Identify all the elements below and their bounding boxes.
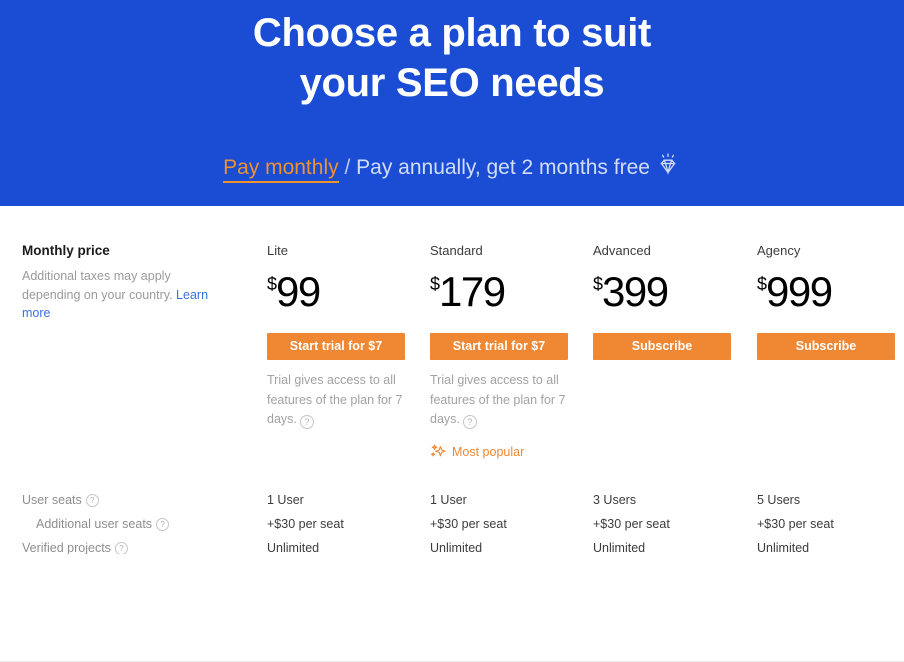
page-title-line-2: your SEO needs: [0, 58, 904, 108]
feature-comparison-table: User seats? 1 User 1 User 3 Users 5 User…: [0, 456, 904, 554]
help-icon[interactable]: ?: [156, 518, 169, 531]
trial-note-lite: Trial gives access to all features of th…: [267, 371, 407, 430]
feature-value-lite: +$30 per seat: [267, 516, 344, 533]
monthly-price-heading: Monthly price: [22, 242, 237, 260]
feature-value-agency: 5 Users: [757, 492, 800, 509]
feature-label-text: User seats: [22, 493, 82, 507]
billing-separator: /: [339, 156, 357, 179]
feature-value-advanced: +$30 per seat: [593, 516, 670, 533]
feature-label-additional-user-seats: Additional user seats?: [36, 516, 169, 533]
plan-name-standard: Standard: [430, 242, 570, 259]
help-icon[interactable]: ?: [115, 542, 128, 554]
feature-value-lite: 1 User: [267, 492, 304, 509]
tax-disclaimer: Additional taxes may apply depending on …: [22, 267, 218, 323]
table-row: User seats? 1 User 1 User 3 Users 5 User…: [0, 492, 904, 516]
currency-symbol: $: [430, 274, 439, 294]
plan-name-lite: Lite: [267, 242, 407, 259]
help-icon[interactable]: ?: [463, 415, 477, 429]
help-icon[interactable]: ?: [86, 494, 99, 507]
feature-label-text: Verified projects: [22, 541, 111, 554]
feature-value-standard: Unlimited: [430, 540, 482, 554]
feature-label-text: Additional user seats: [36, 517, 152, 531]
page-title-line-1: Choose a plan to suit: [0, 8, 904, 58]
billing-period-toggle: Pay monthly / Pay annually, get 2 months…: [0, 152, 904, 187]
start-trial-button-standard[interactable]: Start trial for $7: [430, 333, 568, 360]
feature-value-standard: 1 User: [430, 492, 467, 509]
plan-price-advanced: $399: [593, 262, 733, 324]
plan-column-advanced: Advanced $399 Subscribe: [593, 206, 733, 360]
feature-value-standard: +$30 per seat: [430, 516, 507, 533]
currency-symbol: $: [757, 274, 766, 294]
price-amount: 99: [276, 268, 320, 315]
start-trial-button-lite[interactable]: Start trial for $7: [267, 333, 405, 360]
currency-symbol: $: [267, 274, 276, 294]
feature-label-verified-projects: Verified projects?: [22, 540, 128, 554]
trial-note-text: Trial gives access to all features of th…: [267, 373, 403, 426]
feature-value-agency: Unlimited: [757, 540, 809, 554]
plan-name-agency: Agency: [757, 242, 897, 259]
price-amount: 399: [602, 268, 668, 315]
gem-sparkle-icon: [655, 152, 681, 187]
trial-note-text: Trial gives access to all features of th…: [430, 373, 566, 426]
table-row: Verified projects? Unlimited Unlimited U…: [0, 540, 904, 554]
pricing-intro-column: Monthly price Additional taxes may apply…: [22, 206, 237, 323]
feature-value-lite: Unlimited: [267, 540, 319, 554]
plan-price-agency: $999: [757, 262, 897, 324]
plan-name-advanced: Advanced: [593, 242, 733, 259]
subscribe-button-agency[interactable]: Subscribe: [757, 333, 895, 360]
price-amount: 179: [439, 268, 505, 315]
plan-column-standard: Standard $179 Start trial for $7 Trial g…: [430, 206, 570, 465]
feature-value-advanced: Unlimited: [593, 540, 645, 554]
subscribe-button-advanced[interactable]: Subscribe: [593, 333, 731, 360]
trial-note-standard: Trial gives access to all features of th…: [430, 371, 570, 430]
table-row: Additional user seats? +$30 per seat +$3…: [0, 516, 904, 540]
plan-column-agency: Agency $999 Subscribe: [757, 206, 897, 360]
feature-label-user-seats: User seats?: [22, 492, 99, 509]
page-title: Choose a plan to suit your SEO needs: [0, 4, 904, 108]
tax-disclaimer-text: Additional taxes may apply depending on …: [22, 269, 176, 302]
feature-value-agency: +$30 per seat: [757, 516, 834, 533]
plan-price-lite: $99: [267, 262, 407, 324]
billing-annual-option[interactable]: Pay annually, get 2 months free: [356, 156, 650, 179]
billing-monthly-option[interactable]: Pay monthly: [223, 156, 339, 183]
plan-price-standard: $179: [430, 262, 570, 324]
pricing-plans-row: Monthly price Additional taxes may apply…: [0, 206, 904, 455]
plan-column-lite: Lite $99 Start trial for $7 Trial gives …: [267, 206, 407, 430]
hero-banner: Choose a plan to suit your SEO needs Pay…: [0, 0, 904, 206]
currency-symbol: $: [593, 274, 602, 294]
price-amount: 999: [766, 268, 832, 315]
help-icon[interactable]: ?: [300, 415, 314, 429]
feature-value-advanced: 3 Users: [593, 492, 636, 509]
